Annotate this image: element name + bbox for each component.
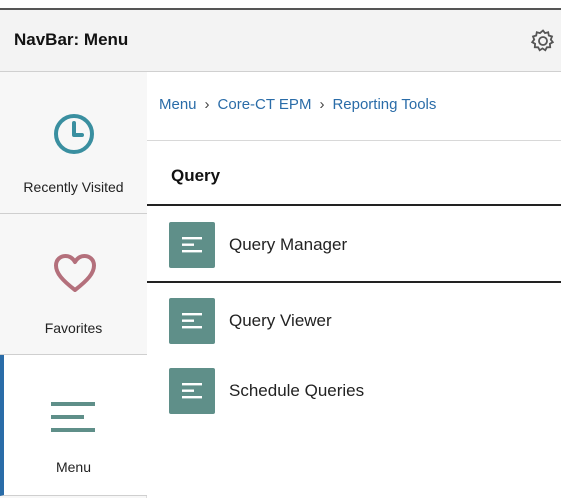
sidebar-item-label: Menu <box>55 459 92 475</box>
list-item-schedule-queries[interactable]: Schedule Queries <box>147 362 561 422</box>
gear-icon[interactable] <box>529 27 557 55</box>
list-item-query-viewer[interactable]: Query Viewer <box>147 292 561 352</box>
sidebar-item-recently-visited[interactable]: Recently Visited <box>0 72 147 214</box>
sidebar-item-label: Recently Visited <box>23 179 124 195</box>
main-content: Menu › Core-CT EPM › Reporting Tools Query Q… <box>147 72 561 500</box>
sidebar-item-menu[interactable]: Menu <box>0 355 147 496</box>
group-title: Query <box>171 166 221 185</box>
menu-lines-icon <box>51 402 95 432</box>
divider <box>147 140 561 141</box>
list-icon <box>169 298 215 344</box>
chevron-right-icon: › <box>319 96 325 113</box>
list-icon <box>169 222 215 268</box>
sidebar-item-favorites[interactable]: Favorites <box>0 214 147 355</box>
chevron-right-icon: › <box>204 96 210 113</box>
navbar-header: NavBar: Menu <box>0 8 561 72</box>
sidebar: Recently Visited Favorites Menu <box>0 72 147 498</box>
list-icon <box>169 368 215 414</box>
list-item-label: Query Viewer <box>229 311 332 330</box>
heart-icon <box>54 254 96 292</box>
breadcrumb-item-reporting-tools[interactable]: Reporting Tools <box>332 96 436 113</box>
breadcrumb: Menu › Core-CT EPM › Reporting Tools <box>159 96 436 113</box>
list-item-label: Query Manager <box>229 235 348 254</box>
divider <box>147 204 561 206</box>
list-item-label: Schedule Queries <box>229 381 365 400</box>
clock-icon <box>54 114 94 154</box>
breadcrumb-item-core-ct-epm[interactable]: Core-CT EPM <box>218 96 312 113</box>
sidebar-item-label: Favorites <box>44 320 103 336</box>
navbar-title: NavBar: Menu <box>14 30 129 49</box>
breadcrumb-item-menu[interactable]: Menu <box>159 96 197 113</box>
list-item-query-manager[interactable]: Query Manager <box>147 216 561 276</box>
divider <box>147 281 561 283</box>
